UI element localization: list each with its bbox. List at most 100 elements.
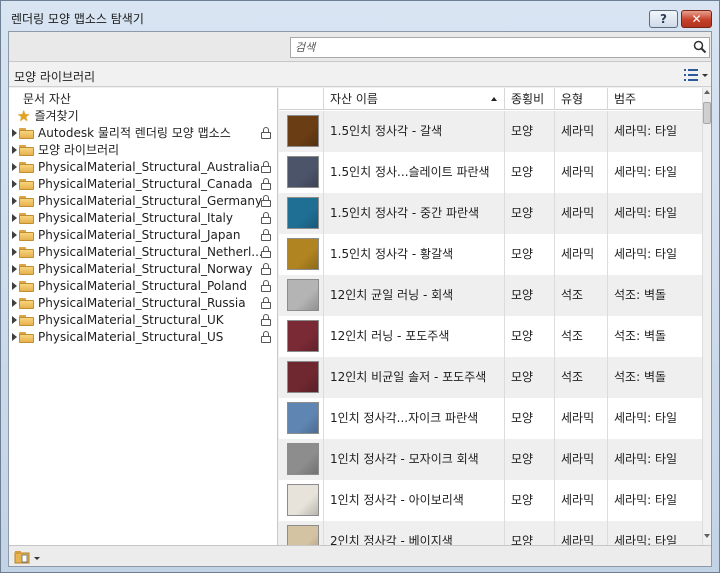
tree-item[interactable]: PhysicalMaterial_Structural_Japan [9, 226, 278, 243]
aspect-cell: 모양 [505, 357, 555, 398]
table-row[interactable]: 2인치 정사각 - 베이지색 모양 세라믹 세라믹: 타일 [279, 521, 702, 545]
aspect-cell: 모양 [505, 234, 555, 275]
search-icon[interactable] [693, 40, 707, 54]
scroll-thumb[interactable] [703, 102, 711, 124]
library-title: 모양 라이브러리 [14, 70, 96, 84]
aspect-cell: 모양 [505, 521, 555, 545]
table-row[interactable]: 12인치 균일 러닝 - 회색 모양 석조 석조: 벽돌 [279, 275, 702, 316]
category-cell: 세라믹: 타일 [614, 247, 678, 261]
expand-arrow-icon[interactable] [12, 247, 17, 256]
material-swatch [287, 361, 319, 393]
folder-icon [19, 246, 35, 258]
tree-item[interactable]: PhysicalMaterial_Structural_Italy [9, 209, 278, 226]
tree-item[interactable]: PhysicalMaterial_Structural_Norway [9, 260, 278, 277]
tree-item-favorites[interactable]: ★ 즐겨찾기 [9, 107, 278, 124]
material-swatch [287, 197, 319, 229]
column-header-type[interactable]: 유형 [555, 88, 608, 110]
expand-arrow-icon[interactable] [12, 179, 17, 188]
asset-name-cell: 1.5인치 정사각 - 갈색 [324, 111, 505, 152]
table-row[interactable]: 1.5인치 정사각 - 황갈색 모양 세라믹 세라믹: 타일 [279, 234, 702, 275]
type-cell: 세라믹 [555, 398, 608, 439]
close-button[interactable]: ✕ [681, 10, 712, 28]
table-row[interactable]: 1인치 정사각 - 아이보리색 모양 세라믹 세라믹: 타일 [279, 480, 702, 521]
expand-arrow-icon[interactable] [12, 230, 17, 239]
thumbnail-cell [279, 521, 324, 545]
lock-icon [261, 297, 271, 309]
thumbnail-cell [279, 275, 324, 316]
material-swatch [287, 443, 319, 475]
expand-arrow-icon[interactable] [12, 196, 17, 205]
browser-client-area: 모양 라이브러리 문서 자산 ★ 즐겨찾기 Autodesk 물리적 렌더링 모… [8, 31, 712, 567]
type-cell: 세라믹 [555, 111, 608, 152]
lock-icon [261, 314, 271, 326]
library-folder-icon[interactable] [13, 549, 41, 565]
expand-arrow-icon[interactable] [12, 128, 17, 137]
type-cell: 세라믹 [555, 439, 608, 480]
vertical-scrollbar[interactable] [702, 88, 711, 545]
column-header-aspect[interactable]: 종횡비 [505, 88, 555, 110]
tree-item[interactable]: PhysicalMaterial_Structural_Canada [9, 175, 278, 192]
asset-name-cell: 12인치 균일 러닝 - 회색 [324, 275, 505, 316]
table-row[interactable]: 1.5인치 정사각 - 갈색 모양 세라믹 세라믹: 타일 [279, 111, 702, 152]
folder-icon [19, 178, 35, 190]
type-cell: 석조 [555, 316, 608, 357]
type-cell: 세라믹 [555, 193, 608, 234]
tree-item[interactable]: Autodesk 물리적 렌더링 모양 맵소스 [9, 124, 278, 141]
tree-item[interactable]: PhysicalMaterial_Structural_Poland [9, 277, 278, 294]
lock-icon [261, 331, 271, 343]
expand-arrow-icon[interactable] [12, 332, 17, 341]
expand-arrow-icon[interactable] [12, 298, 17, 307]
thumbnail-cell [279, 480, 324, 521]
type-cell: 석조 [555, 275, 608, 316]
tree-item-label: Autodesk 물리적 렌더링 모양 맵소스 [38, 126, 231, 140]
lock-icon [261, 195, 271, 207]
tree-item-document-assets[interactable]: 문서 자산 [9, 90, 278, 107]
tree-item-label: PhysicalMaterial_Structural_UK [38, 312, 224, 327]
expand-arrow-icon[interactable] [12, 281, 17, 290]
table-row[interactable]: 1.5인치 정사...슬레이트 파란색 모양 세라믹 세라믹: 타일 [279, 152, 702, 193]
tree-item-label: PhysicalMaterial_Structural_Russia [38, 295, 246, 310]
expand-arrow-icon[interactable] [12, 213, 17, 222]
expand-arrow-icon[interactable] [12, 162, 17, 171]
column-header-name[interactable]: 자산 이름 [324, 88, 505, 110]
list-view-icon[interactable] [683, 68, 709, 82]
tree-item[interactable]: PhysicalMaterial_Structural_US [9, 328, 278, 345]
expand-arrow-icon[interactable] [12, 145, 17, 154]
expand-arrow-icon[interactable] [12, 264, 17, 273]
scroll-down-arrow-icon[interactable] [704, 534, 710, 538]
table-row[interactable]: 12인치 비균일 솔저 - 포도주색 모양 석조 석조: 벽돌 [279, 357, 702, 398]
tree-item-label: PhysicalMaterial_Structural_Netherl... [38, 244, 263, 259]
sort-ascending-icon [491, 97, 497, 101]
tree-item[interactable]: PhysicalMaterial_Structural_UK [9, 311, 278, 328]
type-cell: 세라믹 [555, 480, 608, 521]
lock-icon [261, 161, 271, 173]
aspect-cell: 모양 [505, 439, 555, 480]
expand-arrow-icon[interactable] [12, 315, 17, 324]
tree-item[interactable]: 모양 라이브러리 [9, 141, 278, 158]
tree-item[interactable]: PhysicalMaterial_Structural_Australia [9, 158, 278, 175]
search-input[interactable] [290, 37, 710, 58]
folder-icon [19, 331, 35, 343]
type-cell: 세라믹 [555, 234, 608, 275]
tree-item[interactable]: PhysicalMaterial_Structural_Russia [9, 294, 278, 311]
material-swatch [287, 156, 319, 188]
folder-icon [19, 161, 35, 173]
table-row[interactable]: 1인치 정사각...자이크 파란색 모양 세라믹 세라믹: 타일 [279, 398, 702, 439]
folder-icon [19, 127, 35, 139]
material-swatch [287, 402, 319, 434]
table-row[interactable]: 12인치 러닝 - 포도주색 모양 석조 석조: 벽돌 [279, 316, 702, 357]
table-row[interactable]: 1.5인치 정사각 - 중간 파란색 모양 세라믹 세라믹: 타일 [279, 193, 702, 234]
scroll-up-arrow-icon[interactable] [704, 90, 710, 94]
table-row[interactable]: 1인치 정사각 - 모자이크 회색 모양 세라믹 세라믹: 타일 [279, 439, 702, 480]
folder-icon [19, 195, 35, 207]
tree-item-label: PhysicalMaterial_Structural_Australia [38, 159, 261, 174]
tree-item[interactable]: PhysicalMaterial_Structural_Netherl... [9, 243, 278, 260]
help-button[interactable]: ? [649, 10, 678, 28]
tree-item[interactable]: PhysicalMaterial_Structural_Germany [9, 192, 278, 209]
category-cell: 세라믹: 타일 [614, 452, 678, 466]
tree-item-label: PhysicalMaterial_Structural_Canada [38, 176, 253, 191]
thumbnail-column-header [279, 88, 324, 110]
column-header-category[interactable]: 범주 [608, 88, 702, 110]
aspect-cell: 모양 [505, 193, 555, 234]
lock-icon [261, 212, 271, 224]
